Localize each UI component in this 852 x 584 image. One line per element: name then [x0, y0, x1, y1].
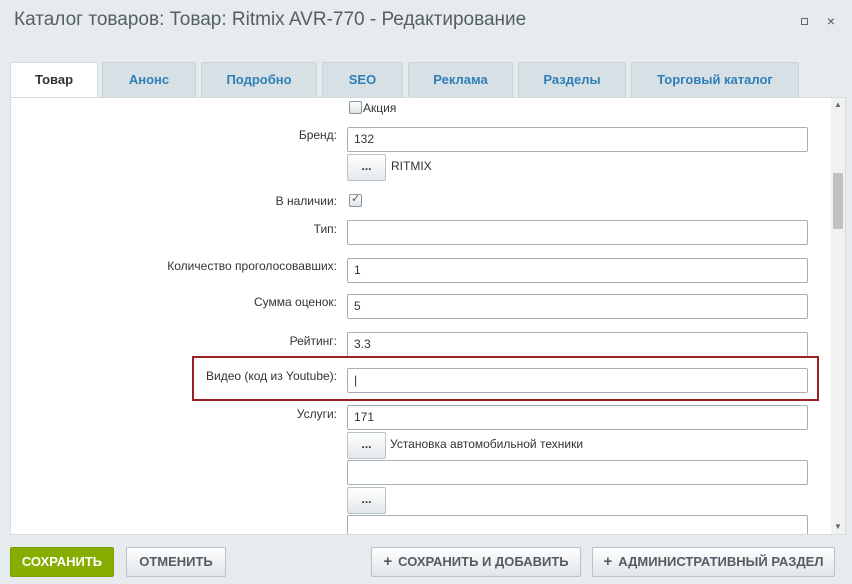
services-select-button[interactable]: ... [347, 432, 386, 459]
rating-input[interactable]: 3.3 [347, 332, 808, 357]
window-titlebar: Каталог товаров: Товар: Ritmix AVR-770 -… [0, 0, 852, 44]
votes-count-input[interactable]: 1 [347, 258, 808, 283]
votes-sum-label: Сумма оценок: [253, 295, 337, 309]
action-checkbox[interactable] [349, 101, 362, 114]
rating-label: Рейтинг: [289, 334, 337, 348]
type-input[interactable] [347, 220, 808, 245]
votes-sum-input[interactable]: 5 [347, 294, 808, 319]
save-button[interactable]: СОХРАНИТЬ [10, 547, 114, 577]
admin-section-label: АДМИНИСТРАТИВНЫЙ РАЗДЕЛ [618, 554, 824, 569]
admin-section-button[interactable]: + АДМИНИСТРАТИВНЫЙ РАЗДЕЛ [592, 547, 835, 577]
scroll-up-icon[interactable]: ▲ [831, 98, 845, 112]
brand-label: Бренд: [298, 128, 337, 142]
services-input-3[interactable] [347, 515, 808, 534]
tab-podrobno[interactable]: Подробно [201, 62, 317, 98]
plus-icon: + [383, 553, 393, 570]
in-stock-checkbox[interactable]: ✓ [349, 193, 362, 207]
window-title: Каталог товаров: Товар: Ritmix AVR-770 -… [14, 9, 527, 30]
brand-select-button[interactable]: ... [347, 154, 386, 181]
plus-icon: + [603, 553, 613, 570]
tab-anons[interactable]: Анонс [102, 62, 196, 98]
services-linked-name: Установка автомобильной техники [390, 437, 584, 451]
tab-razdely[interactable]: Разделы [518, 62, 626, 98]
tab-seo[interactable]: SEO [322, 62, 403, 98]
scroll-thumb[interactable] [833, 173, 843, 229]
scrollbar[interactable]: ▲ ▼ [831, 98, 845, 534]
votes-count-label: Количество проголосовавших: [167, 259, 337, 273]
video-label: Видео (код из Youtube): [206, 369, 337, 383]
brand-linked-name: RITMIX [391, 159, 432, 173]
type-label: Тип: [313, 222, 337, 236]
tab-reklama[interactable]: Реклама [408, 62, 513, 98]
tab-torgovyy-katalog[interactable]: Торговый каталог [631, 62, 799, 98]
services-input-2[interactable] [347, 460, 808, 485]
in-stock-label: В наличии: [275, 194, 337, 208]
services-label: Услуги: [296, 407, 337, 421]
cancel-button[interactable]: ОТМЕНИТЬ [126, 547, 226, 577]
check-icon: ✓ [351, 193, 361, 205]
services-input[interactable]: 171 [347, 405, 808, 430]
action-checkbox-label: Акция [363, 101, 397, 115]
tab-tovar[interactable]: Товар [10, 62, 98, 100]
brand-input[interactable]: 132 [347, 127, 808, 152]
scroll-down-icon[interactable]: ▼ [831, 520, 845, 534]
close-icon[interactable]: × [823, 13, 839, 29]
form-panel: Акция Бренд: 132 ... RITMIX В наличии: ✓… [10, 97, 846, 535]
maximize-icon[interactable] [796, 13, 812, 29]
save-and-add-button[interactable]: + СОХРАНИТЬ И ДОБАВИТЬ [371, 547, 581, 577]
save-and-add-label: СОХРАНИТЬ И ДОБАВИТЬ [398, 554, 569, 569]
services-select-button-2[interactable]: ... [347, 487, 386, 514]
video-input[interactable]: | [347, 368, 808, 393]
